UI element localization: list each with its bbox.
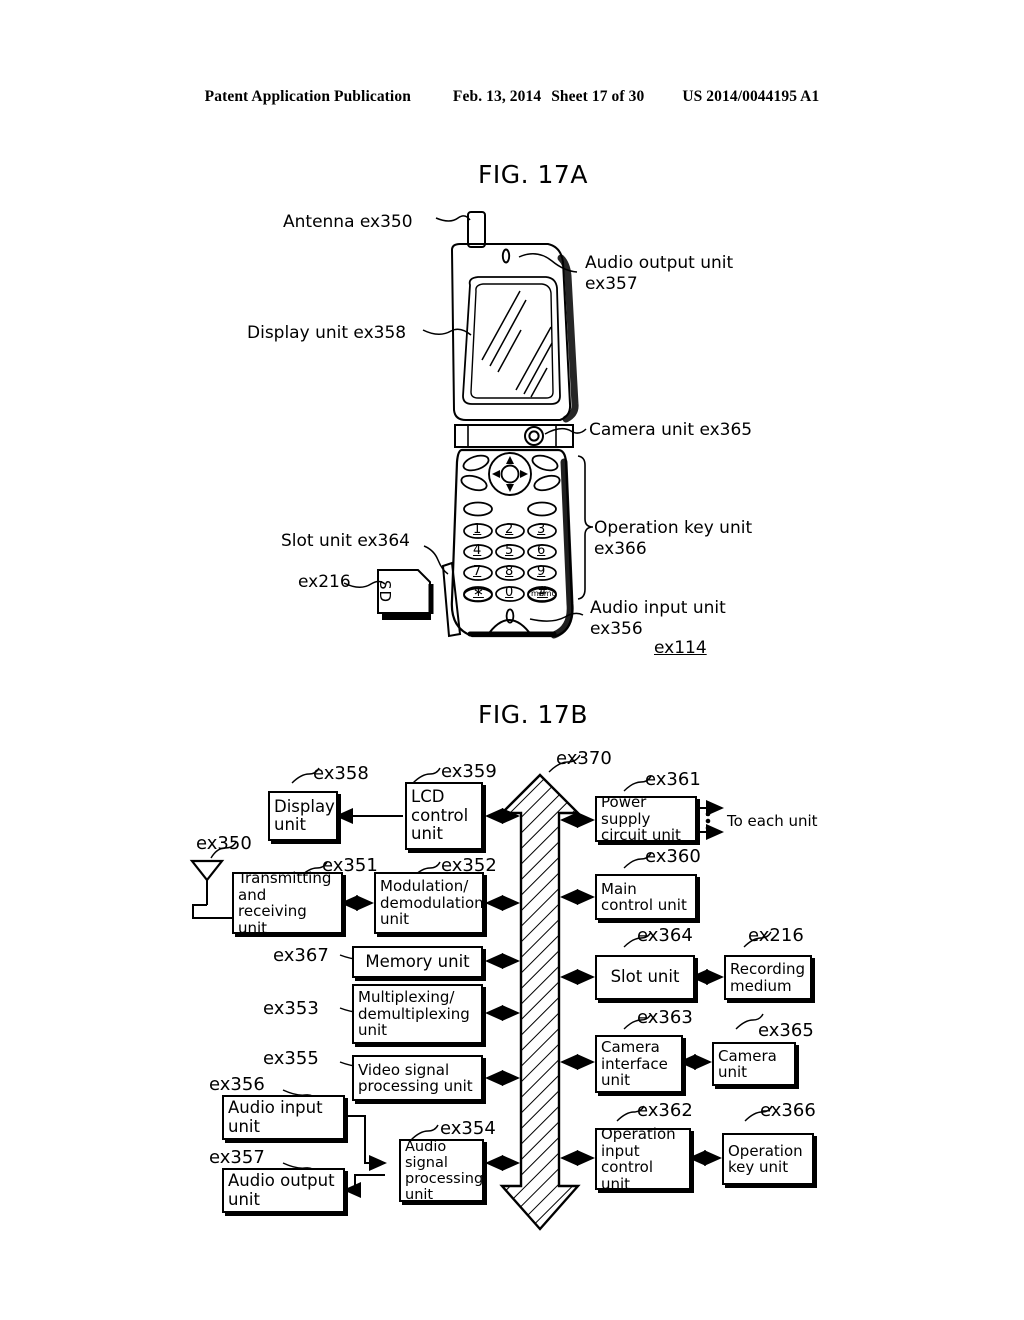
block-display-unit[interactable]: Display unit	[268, 791, 338, 841]
block-recording-medium[interactable]: Recording medium	[724, 955, 812, 1000]
block-recording-medium-label: Recording medium	[730, 960, 806, 995]
block-transmitting-receiving-unit-label: Transmitting and receiving unit	[238, 869, 332, 937]
block-audio-output-unit-label: Audio output unit	[228, 1171, 335, 1209]
block-lcd-control-unit[interactable]: LCD control unit	[405, 782, 483, 850]
block-audio-signal-processing-unit[interactable]: Audio signal processing unit	[399, 1138, 484, 1203]
block-video-signal-processing-unit-label: Video signal processing unit	[358, 1060, 473, 1095]
ref-ex356: ex356	[209, 1074, 265, 1095]
ref-ex365: ex365	[758, 1020, 814, 1041]
block-operation-key-unit[interactable]: Operation key unit	[722, 1133, 814, 1185]
block-video-signal-processing-unit[interactable]: Video signal processing unit	[352, 1055, 483, 1101]
ref-ex216: ex216	[748, 925, 804, 946]
block-modulation-demodulation-unit-label: Modulation/demodulation unit	[380, 877, 484, 929]
block-camera-unit-label: Camera unit	[718, 1046, 777, 1081]
block-audio-input-unit[interactable]: Audio input unit	[222, 1095, 345, 1140]
ref-ex358: ex358	[313, 763, 369, 784]
ref-ex366: ex366	[760, 1100, 816, 1121]
block-memory-unit[interactable]: Memory unit	[352, 946, 483, 978]
ref-ex362: ex362	[637, 1100, 693, 1121]
block-operation-input-control-unit-label: Operation input control unit	[601, 1125, 676, 1193]
ref-ex364: ex364	[637, 925, 693, 946]
block-audio-signal-processing-unit-label: Audio signal processing unit	[405, 1138, 484, 1203]
ref-ex355: ex355	[263, 1048, 319, 1069]
ref-ex367: ex367	[273, 945, 329, 966]
ref-ex357: ex357	[209, 1147, 265, 1168]
block-camera-interface-unit[interactable]: Camera interface unit	[595, 1035, 683, 1093]
ellipsis-dots	[705, 811, 711, 831]
bus-arrow-ex370	[499, 773, 581, 1231]
block-multiplexing-demultiplexing-unit-label: Multiplexing/demultiplexing unit	[358, 988, 470, 1040]
block-camera-interface-unit-label: Camera interface unit	[601, 1038, 668, 1090]
block-audio-input-unit-label: Audio input unit	[228, 1098, 323, 1136]
block-operation-input-control-unit[interactable]: Operation input control unit	[595, 1125, 691, 1193]
block-slot-unit-label: Slot unit	[610, 967, 680, 987]
label-to-each-unit: To each unit	[727, 812, 818, 830]
block-modulation-demodulation-unit[interactable]: Modulation/demodulation unit	[374, 872, 484, 934]
block-display-unit-label: Display unit	[274, 796, 335, 834]
block-lcd-control-unit-label: LCD control unit	[411, 787, 469, 844]
ref-ex354: ex354	[440, 1118, 496, 1139]
ref-ex361: ex361	[645, 769, 701, 790]
block-memory-unit-label: Memory unit	[365, 951, 470, 971]
ref-ex363: ex363	[637, 1007, 693, 1028]
block-main-control-unit[interactable]: Main control unit	[595, 874, 697, 920]
block-multiplexing-demultiplexing-unit[interactable]: Multiplexing/demultiplexing unit	[352, 984, 483, 1044]
block-transmitting-receiving-unit[interactable]: Transmitting and receiving unit	[232, 869, 343, 937]
block-slot-unit[interactable]: Slot unit	[595, 955, 695, 1000]
ref-ex370-bus: ex370	[556, 748, 612, 769]
block-power-supply-circuit-unit[interactable]: Power supply circuit unit	[595, 793, 697, 845]
ref-ex360: ex360	[645, 846, 701, 867]
fig-17b-drawing	[189, 754, 773, 1231]
block-camera-unit[interactable]: Camera unit	[712, 1042, 796, 1086]
block-operation-key-unit-label: Operation key unit	[728, 1141, 803, 1176]
block-main-control-unit-label: Main control unit	[601, 879, 687, 914]
ref-ex359: ex359	[441, 761, 497, 782]
ref-ex353: ex353	[263, 998, 319, 1019]
block-power-supply-circuit-unit-label: Power supply circuit unit	[601, 793, 681, 845]
ref-ex350-antenna: ex350	[196, 833, 252, 854]
block-audio-output-unit[interactable]: Audio output unit	[222, 1168, 345, 1213]
